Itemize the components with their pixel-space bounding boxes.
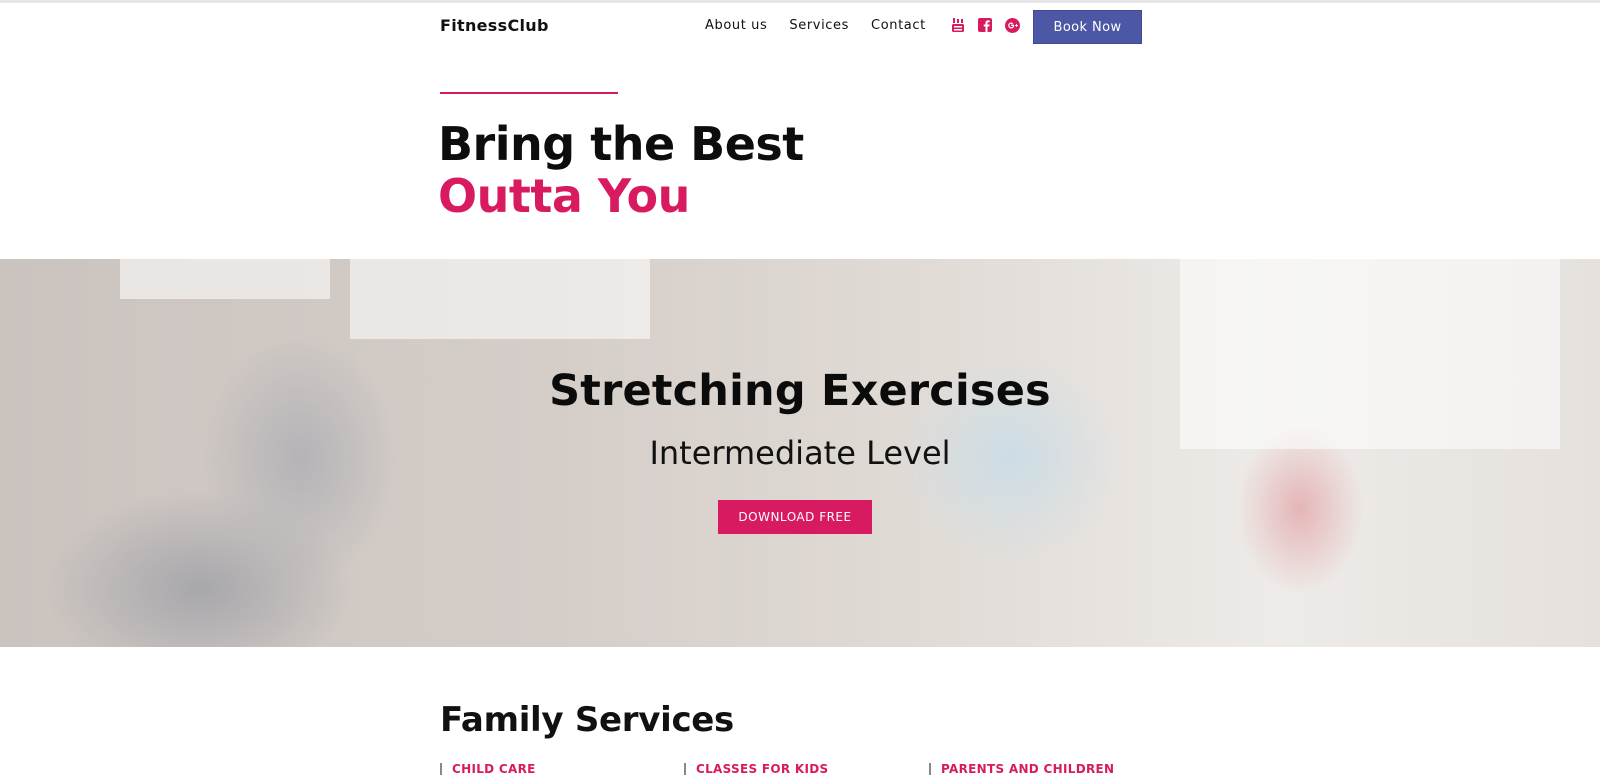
nav-about-us[interactable]: About us [705, 18, 767, 33]
nav-contact[interactable]: Contact [871, 18, 926, 33]
page-headline: Bring the Best Outta You [438, 118, 804, 222]
family-services-tabs: CHILD CARE CLASSES FOR KIDS PARENTS AND … [440, 762, 1200, 780]
tab-divider [929, 763, 931, 775]
hero-content: Stretching Exercises Intermediate Level … [0, 259, 1600, 647]
google-plus-icon[interactable] [1004, 17, 1020, 33]
site-header: FitnessClub About us Services Contact Bo… [0, 3, 1600, 51]
main-nav: About us Services Contact [705, 18, 948, 33]
tab-label: CLASSES FOR KIDS [696, 762, 829, 776]
site-logo[interactable]: FitnessClub [440, 16, 549, 35]
facebook-icon[interactable] [977, 17, 993, 33]
tab-label: CHILD CARE [452, 762, 536, 776]
download-free-button[interactable]: DOWNLOAD FREE [718, 500, 872, 534]
headline-line-2: Outta You [438, 169, 690, 223]
book-now-button[interactable]: Book Now [1033, 10, 1142, 44]
hero-subtitle: Intermediate Level [649, 434, 951, 472]
tab-label: PARENTS AND CHILDREN [941, 762, 1115, 776]
family-services-title: Family Services [440, 700, 734, 740]
tab-child-care[interactable]: CHILD CARE [440, 762, 536, 776]
social-links [950, 17, 1020, 33]
headline-accent-line [440, 92, 618, 94]
youtube-icon[interactable] [950, 17, 966, 33]
tab-parents-and-children[interactable]: PARENTS AND CHILDREN [929, 762, 1114, 776]
hero-banner: Stretching Exercises Intermediate Level … [0, 259, 1600, 647]
hero-title: Stretching Exercises [549, 366, 1051, 416]
nav-services[interactable]: Services [789, 18, 849, 33]
tab-divider [684, 763, 686, 775]
tab-divider [440, 763, 442, 775]
headline-line-1: Bring the Best [438, 117, 804, 171]
tab-classes-for-kids[interactable]: CLASSES FOR KIDS [684, 762, 829, 776]
